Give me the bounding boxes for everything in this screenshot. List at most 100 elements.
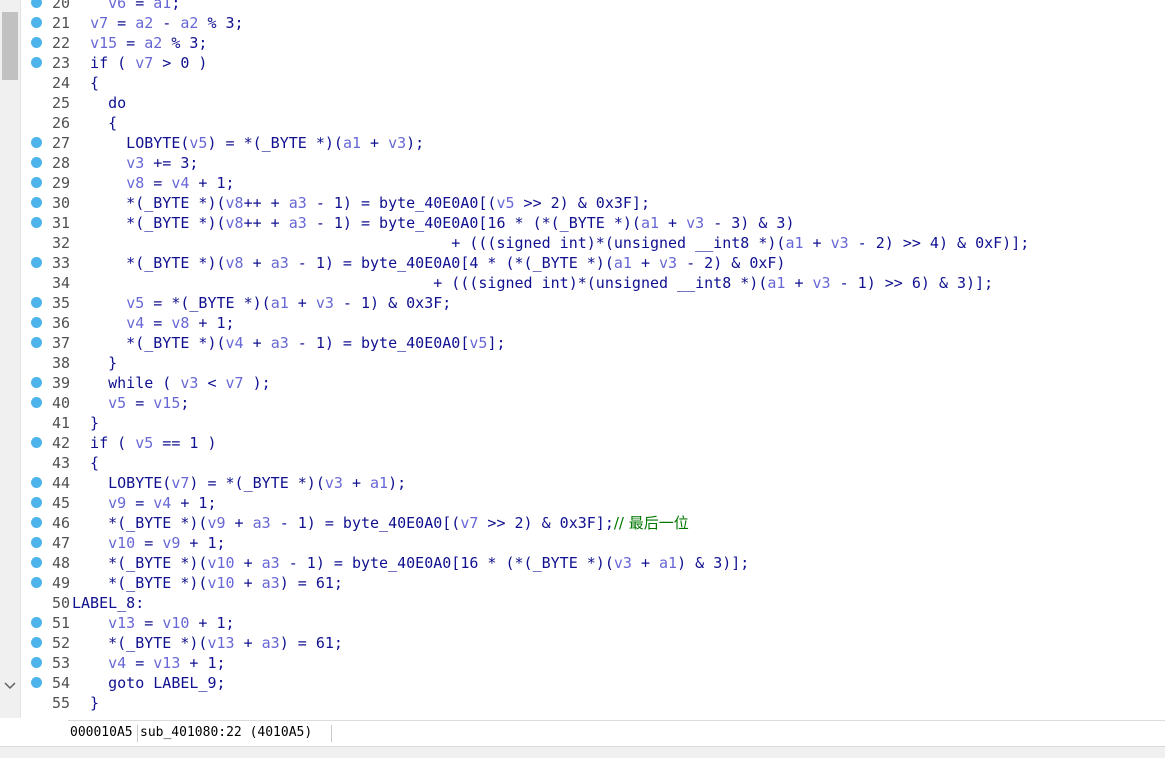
breakpoint-dot-icon[interactable] xyxy=(31,497,42,508)
code-line[interactable]: v13 = v10 + 1; xyxy=(72,613,234,633)
code-variable: v3 xyxy=(659,254,678,272)
code-line[interactable]: v8 = v4 + 1; xyxy=(72,173,234,193)
code-token: + xyxy=(659,214,687,232)
code-line[interactable]: *(_BYTE *)(v9 + a3 - 1) = byte_40E0A0[(v… xyxy=(72,513,689,533)
code-line[interactable]: v6 = a1; xyxy=(72,0,180,13)
code-token: + xyxy=(234,634,262,652)
vertical-scrollbar[interactable] xyxy=(0,0,21,718)
pseudocode-view[interactable]: v6 = a1; v7 = a2 - a2 % 3; v15 = a2 % 3;… xyxy=(72,0,1162,718)
breakpoint-dot-icon[interactable] xyxy=(31,137,42,148)
line-number: 22 xyxy=(51,34,70,52)
code-line[interactable]: LOBYTE(v7) = *(_BYTE *)(v3 + a1); xyxy=(72,473,406,493)
code-variable: v7 xyxy=(135,54,154,72)
breakpoint-dot-icon[interactable] xyxy=(31,57,42,68)
breakpoint-dot-icon[interactable] xyxy=(31,657,42,668)
scrollbar-thumb[interactable] xyxy=(2,12,18,80)
breakpoint-dot-icon[interactable] xyxy=(31,677,42,688)
gutter-row: 30 xyxy=(22,193,72,213)
breakpoint-dot-icon[interactable] xyxy=(31,317,42,328)
code-token: - 1) = byte_40E0A0[16 * (*(_BYTE *)( xyxy=(306,214,641,232)
code-variable: v4 xyxy=(171,174,190,192)
breakpoint-dot-icon[interactable] xyxy=(31,577,42,588)
code-line[interactable]: do xyxy=(72,93,126,113)
code-line[interactable]: { xyxy=(72,113,117,133)
breakpoint-dot-icon[interactable] xyxy=(31,37,42,48)
code-line[interactable]: *(_BYTE *)(v13 + a3) = 61; xyxy=(72,633,343,653)
code-token: - 3) & 3) xyxy=(704,214,795,232)
code-token: % 3; xyxy=(162,34,208,52)
status-location: sub_401080:22 (4010A5) xyxy=(140,725,313,740)
code-line[interactable]: goto LABEL_9; xyxy=(72,673,225,693)
pseudocode-window: 20 21 22 23 24 25 26 27 28 29 30 31 32 33 34 35 36 37 38 39… xyxy=(0,0,1165,758)
gutter-row: 23 xyxy=(22,53,72,73)
code-line[interactable]: v5 = v15; xyxy=(72,393,189,413)
code-line[interactable]: *(_BYTE *)(v8++ + a3 - 1) = byte_40E0A0[… xyxy=(72,193,650,213)
line-number: 33 xyxy=(51,254,70,272)
code-line[interactable]: + (((signed int)*(unsigned __int8 *)(a1 … xyxy=(72,273,993,293)
code-line[interactable]: if ( v7 > 0 ) xyxy=(72,53,207,73)
breakpoint-dot-icon[interactable] xyxy=(31,437,42,448)
breakpoint-dot-icon[interactable] xyxy=(31,0,42,8)
horizontal-scrollbar[interactable] xyxy=(0,746,1165,758)
code-variable: v8 xyxy=(225,254,244,272)
code-line[interactable]: v4 = v8 + 1; xyxy=(72,313,234,333)
code-variable: v6 xyxy=(108,0,127,12)
code-line[interactable]: *(_BYTE *)(v8++ + a3 - 1) = byte_40E0A0[… xyxy=(72,213,794,233)
gutter-row: 49 xyxy=(22,573,72,593)
breakpoint-dot-icon[interactable] xyxy=(31,177,42,188)
code-line[interactable]: v4 = v13 + 1; xyxy=(72,653,225,673)
code-line[interactable]: if ( v5 == 1 ) xyxy=(72,433,216,453)
breakpoint-dot-icon[interactable] xyxy=(31,477,42,488)
gutter-row: 41 xyxy=(22,413,72,433)
code-token: - xyxy=(153,14,181,32)
code-line[interactable]: while ( v3 < v7 ); xyxy=(72,373,271,393)
code-token: LABEL_8: xyxy=(72,594,145,612)
code-line[interactable]: } xyxy=(72,353,117,373)
breakpoint-dot-icon[interactable] xyxy=(31,337,42,348)
breakpoint-dot-icon[interactable] xyxy=(31,517,42,528)
code-token: *(_BYTE *)( xyxy=(72,334,226,352)
code-token: + xyxy=(361,134,389,152)
breakpoint-dot-icon[interactable] xyxy=(31,197,42,208)
code-line[interactable]: v3 += 3; xyxy=(72,153,198,173)
code-line[interactable]: v7 = a2 - a2 % 3; xyxy=(72,13,244,33)
code-variable: v9 xyxy=(207,514,226,532)
gutter-row: 47 xyxy=(22,533,72,553)
line-number: 41 xyxy=(51,414,70,432)
code-line[interactable]: { xyxy=(72,453,99,473)
breakpoint-dot-icon[interactable] xyxy=(31,637,42,648)
breakpoint-dot-icon[interactable] xyxy=(31,617,42,628)
code-line[interactable]: + (((signed int)*(unsigned __int8 *)(a1 … xyxy=(72,233,1029,253)
breakpoint-dot-icon[interactable] xyxy=(31,397,42,408)
breakpoint-dot-icon[interactable] xyxy=(31,377,42,388)
line-number: 43 xyxy=(51,454,70,472)
breakpoint-dot-icon[interactable] xyxy=(31,17,42,28)
code-line[interactable]: *(_BYTE *)(v10 + a3) = 61; xyxy=(72,573,343,593)
code-line[interactable]: *(_BYTE *)(v8 + a3 - 1) = byte_40E0A0[4 … xyxy=(72,253,785,273)
code-token: = xyxy=(108,14,136,32)
breakpoint-dot-icon[interactable] xyxy=(31,537,42,548)
code-line[interactable]: v9 = v4 + 1; xyxy=(72,493,216,513)
code-line[interactable]: { xyxy=(72,73,99,93)
code-line[interactable]: LABEL_8: xyxy=(72,593,144,613)
breakpoint-dot-icon[interactable] xyxy=(31,217,42,228)
code-token: LOBYTE( xyxy=(72,474,172,492)
code-line[interactable]: } xyxy=(72,693,99,713)
code-token: = xyxy=(126,394,154,412)
code-line[interactable]: *(_BYTE *)(v4 + a3 - 1) = byte_40E0A0[v5… xyxy=(72,333,505,353)
breakpoint-dot-icon[interactable] xyxy=(31,257,42,268)
code-line[interactable]: *(_BYTE *)(v10 + a3 - 1) = byte_40E0A0[1… xyxy=(72,553,749,573)
code-variable: a1 xyxy=(270,294,289,312)
code-line[interactable]: LOBYTE(v5) = *(_BYTE *)(a1 + v3); xyxy=(72,133,424,153)
code-line[interactable]: v10 = v9 + 1; xyxy=(72,533,225,553)
gutter-row: 34 xyxy=(22,273,72,293)
code-line[interactable]: v5 = *(_BYTE *)(a1 + v3 - 1) & 0x3F; xyxy=(72,293,451,313)
breakpoint-dot-icon[interactable] xyxy=(31,297,42,308)
gutter-row: 33 xyxy=(22,253,72,273)
scroll-down-arrow-icon[interactable] xyxy=(0,676,20,696)
breakpoint-dot-icon[interactable] xyxy=(31,157,42,168)
code-line[interactable]: v15 = a2 % 3; xyxy=(72,33,207,53)
gutter-row: 44 xyxy=(22,473,72,493)
code-line[interactable]: } xyxy=(72,413,99,433)
breakpoint-dot-icon[interactable] xyxy=(31,557,42,568)
